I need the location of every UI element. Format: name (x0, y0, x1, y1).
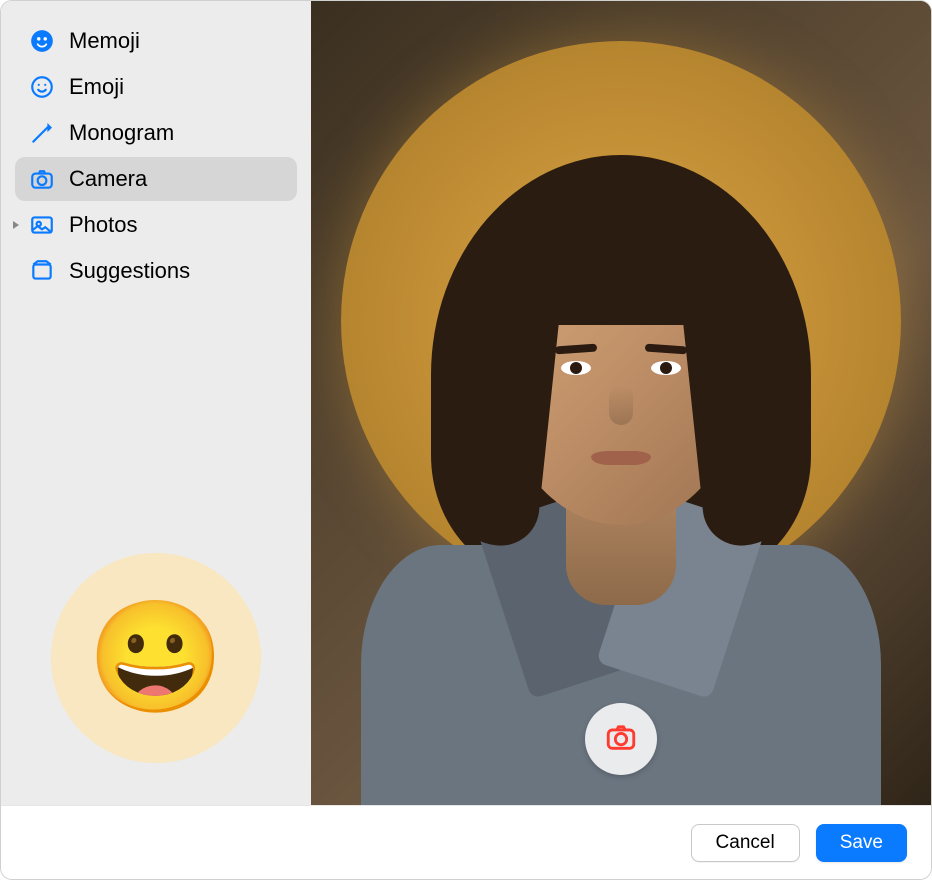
content-area (311, 1, 931, 805)
sidebar-item-label: Photos (69, 212, 283, 238)
chevron-right-icon (11, 217, 21, 233)
sidebar: Memoji Emoji Monogram (1, 1, 311, 805)
sidebar-item-label: Suggestions (69, 258, 283, 284)
sidebar-item-camera[interactable]: Camera (15, 157, 297, 201)
photos-icon (29, 212, 55, 238)
camera-live-preview (311, 1, 931, 805)
sidebar-item-monogram[interactable]: Monogram (15, 111, 297, 155)
sidebar-preview-area: 😀 (15, 529, 297, 787)
sidebar-item-memoji[interactable]: Memoji (15, 19, 297, 63)
monogram-icon (29, 120, 55, 146)
suggestions-icon (29, 258, 55, 284)
sidebar-item-emoji[interactable]: Emoji (15, 65, 297, 109)
current-avatar-preview: 😀 (51, 553, 261, 763)
emoji-icon (29, 74, 55, 100)
memoji-icon (29, 28, 55, 54)
camera-capture-icon (604, 720, 638, 759)
sidebar-item-label: Monogram (69, 120, 283, 146)
sidebar-list: Memoji Emoji Monogram (15, 19, 297, 293)
sidebar-item-label: Camera (69, 166, 283, 192)
profile-picture-dialog: Memoji Emoji Monogram (0, 0, 932, 880)
capture-button[interactable] (585, 703, 657, 775)
sidebar-item-photos[interactable]: Photos (15, 203, 297, 247)
save-button[interactable]: Save (816, 824, 907, 862)
cancel-button[interactable]: Cancel (691, 824, 800, 862)
sidebar-item-label: Emoji (69, 74, 283, 100)
sidebar-item-suggestions[interactable]: Suggestions (15, 249, 297, 293)
footer: Cancel Save (1, 805, 931, 879)
camera-icon (29, 166, 55, 192)
preview-emoji: 😀 (88, 603, 225, 713)
main-area: Memoji Emoji Monogram (1, 1, 931, 805)
sidebar-item-label: Memoji (69, 28, 283, 54)
